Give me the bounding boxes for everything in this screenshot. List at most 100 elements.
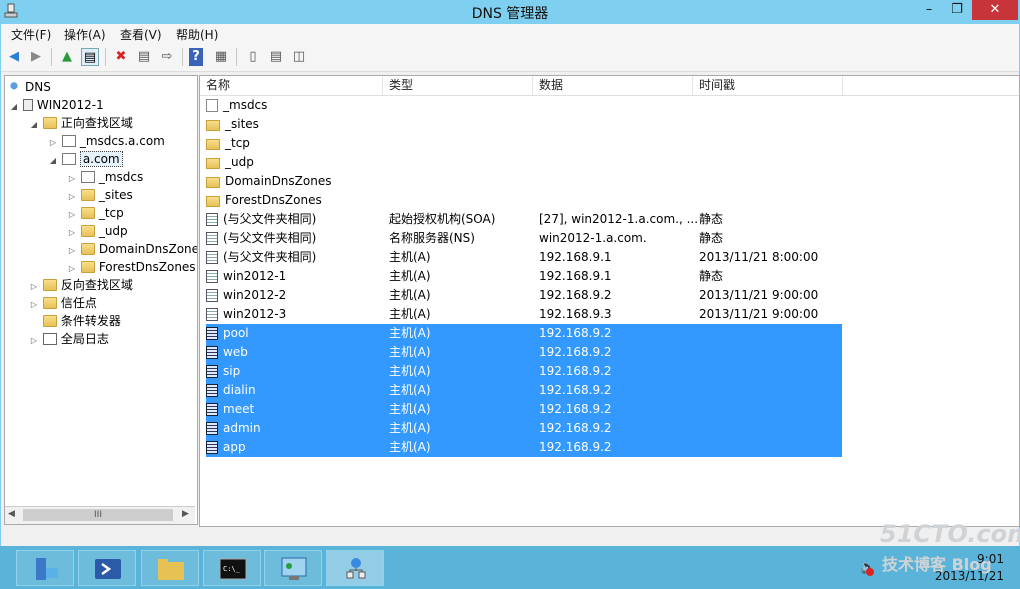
cell-text: DomainDnsZones (225, 174, 332, 188)
list-row[interactable]: _udp (206, 153, 842, 172)
menu-file[interactable]: 文件(F) (11, 26, 51, 43)
column-header-timestamp[interactable]: 时间戳 (693, 76, 843, 95)
column-header-data[interactable]: 数据 (533, 76, 693, 95)
tree-node-conditional-forwarders[interactable]: 条件转发器 (29, 312, 121, 330)
cell-text: _udp (225, 155, 254, 169)
taskbar-command-prompt[interactable]: C:\_ (203, 550, 261, 586)
tree-node-reverse-zones[interactable]: ▷ 反向查找区域 (29, 276, 133, 294)
folder-icon (206, 158, 220, 169)
server-icon[interactable]: ▯ (244, 48, 262, 66)
list-row[interactable]: (与父文件夹相同) 主机(A) 192.168.9.1 2013/11/21 8:00… (206, 248, 842, 267)
cell-type: 主机(A) (389, 267, 537, 286)
tree-node-global-logs[interactable]: ▷ 全局日志 (29, 330, 109, 348)
folder-icon (80, 261, 95, 273)
list-row[interactable]: (与父文件夹相同) 名称服务器(NS) win2012-1.a.com. 静态 (206, 229, 842, 248)
back-icon[interactable]: ◀ (5, 48, 23, 66)
tree-node-msdcs-zone[interactable]: ▷ _msdcs.a.com (48, 132, 165, 150)
list-row[interactable]: _sites (206, 115, 842, 134)
scroll-thumb[interactable]: III (23, 509, 173, 521)
tree-node-child[interactable]: ▷ ForestDnsZones (67, 258, 196, 276)
delete-icon[interactable]: ✖ (112, 48, 130, 66)
list-row[interactable]: (与父文件夹相同) 起始授权机构(SOA) [27], win2012-1.a.co… (206, 210, 842, 229)
tree-node-forward-zones[interactable]: ◢ 正向查找区域 (29, 114, 133, 132)
tree-node-child[interactable]: ▷ _sites (67, 186, 133, 204)
list-row[interactable]: admin 主机(A) 192.168.9.2 (206, 419, 842, 438)
tree-node-child[interactable]: ▷ DomainDnsZones (67, 240, 197, 258)
list-view-icon[interactable]: ▤ (267, 48, 285, 66)
record-icon (206, 213, 218, 226)
menu-help[interactable]: 帮助(H) (176, 26, 218, 43)
cell-type: 主机(A) (389, 438, 537, 457)
network-error-icon[interactable] (866, 568, 874, 576)
scroll-left-icon[interactable]: ◀ (8, 509, 15, 519)
cell-text: web (223, 345, 248, 359)
list-row[interactable]: sip 主机(A) 192.168.9.2 (206, 362, 842, 381)
cell-name: _tcp (206, 134, 386, 153)
cell-timestamp: 静态 (699, 267, 839, 286)
taskbar-powershell[interactable] (78, 550, 136, 586)
title-bar[interactable]: DNS 管理器 – ❐ ✕ (0, 0, 1020, 24)
column-header-name[interactable]: 名称 (200, 76, 383, 95)
restore-button[interactable]: ❐ (944, 0, 970, 20)
list-row[interactable]: win2012-1 主机(A) 192.168.9.1 静态 (206, 267, 842, 286)
folder-icon (80, 207, 95, 219)
minimize-button[interactable]: – (916, 0, 942, 20)
up-folder-icon[interactable]: ▲ (58, 48, 76, 66)
folder-icon (80, 225, 95, 237)
tree-node-trust-points[interactable]: ▷ 信任点 (29, 294, 97, 312)
cell-text: 192.168.9.2 (539, 345, 612, 359)
cell-name: sip (206, 362, 386, 381)
list-row[interactable]: pool 主机(A) 192.168.9.2 (206, 324, 842, 343)
list-row[interactable]: dialin 主机(A) 192.168.9.2 (206, 381, 842, 400)
list-row[interactable]: DomainDnsZones (206, 172, 842, 191)
list-row[interactable]: win2012-2 主机(A) 192.168.9.2 2013/11/21 9:00… (206, 286, 842, 305)
menu-action[interactable]: 操作(A) (64, 26, 106, 43)
expand-arrow-icon[interactable]: ▷ (29, 332, 39, 350)
cell-timestamp: 2013/11/21 9:00:00 (699, 305, 839, 324)
column-header-type[interactable]: 类型 (383, 76, 533, 95)
tree-node-child[interactable]: ▷ _msdcs (67, 168, 143, 186)
cell-timestamp: 2013/11/21 9:00:00 (699, 286, 839, 305)
tree-node-dns[interactable]: DNS (7, 78, 51, 96)
cell-text: 192.168.9.2 (539, 440, 612, 454)
cell-text: 主机(A) (389, 288, 431, 302)
details-list[interactable]: 名称 类型 数据 时间戳 _msdcs _sites _tcp _udp DomainD… (199, 75, 1020, 527)
menu-view[interactable]: 查看(V) (120, 26, 162, 43)
list-row[interactable]: _tcp (206, 134, 842, 153)
close-button[interactable]: ✕ (972, 0, 1018, 20)
taskbar-server-manager[interactable] (16, 550, 74, 586)
folder-icon (42, 117, 57, 129)
list-row[interactable]: web 主机(A) 192.168.9.2 (206, 343, 842, 362)
collapse-arrow-icon[interactable]: ◢ (48, 152, 58, 170)
list-row[interactable]: meet 主机(A) 192.168.9.2 (206, 400, 842, 419)
zone-icon[interactable]: ◫ (290, 48, 308, 66)
show-hide-tree-icon[interactable]: ▤ (81, 48, 99, 66)
watermark-brand: 51CTO.com (880, 520, 1020, 548)
list-row[interactable]: ForestDnsZones (206, 191, 842, 210)
properties-icon[interactable]: ▤ (135, 48, 153, 66)
taskbar-dns-manager[interactable] (326, 550, 384, 586)
collapse-arrow-icon[interactable]: ◢ (9, 98, 19, 116)
list-row[interactable]: _msdcs (206, 96, 842, 115)
help-icon[interactable]: ? (189, 48, 203, 66)
cell-type: 主机(A) (389, 286, 537, 305)
tree-node-child[interactable]: ▷ _udp (67, 222, 128, 240)
taskbar-file-explorer[interactable] (141, 550, 199, 586)
forward-icon[interactable]: ▶ (27, 48, 45, 66)
collapse-arrow-icon[interactable]: ◢ (29, 116, 39, 134)
list-row[interactable]: win2012-3 主机(A) 192.168.9.3 2013/11/21 9:00… (206, 305, 842, 324)
taskbar-control-panel[interactable] (264, 550, 322, 586)
console-tree[interactable]: DNS ◢ WIN2012-1 ◢ 正向查找区域 ▷ _msdcs.a.com … (4, 75, 198, 525)
list-header: 名称 类型 数据 时间戳 (200, 76, 1019, 96)
tree-node-label: _msdcs (98, 170, 144, 184)
tree-horizontal-scrollbar[interactable]: ◀ III ▶ (5, 506, 195, 524)
tree-node-server[interactable]: ◢ WIN2012-1 (9, 96, 104, 114)
cell-data: 192.168.9.2 (539, 286, 697, 305)
export-list-icon[interactable]: ⇨ (158, 48, 176, 66)
list-row[interactable]: app 主机(A) 192.168.9.2 (206, 438, 842, 457)
action-pane-icon[interactable]: ▦ (212, 48, 230, 66)
cell-text: sip (223, 364, 241, 378)
tree-node-child[interactable]: ▷ _tcp (67, 204, 124, 222)
tree-node-acom[interactable]: ◢ a.com (48, 150, 123, 168)
scroll-right-icon[interactable]: ▶ (182, 509, 189, 519)
